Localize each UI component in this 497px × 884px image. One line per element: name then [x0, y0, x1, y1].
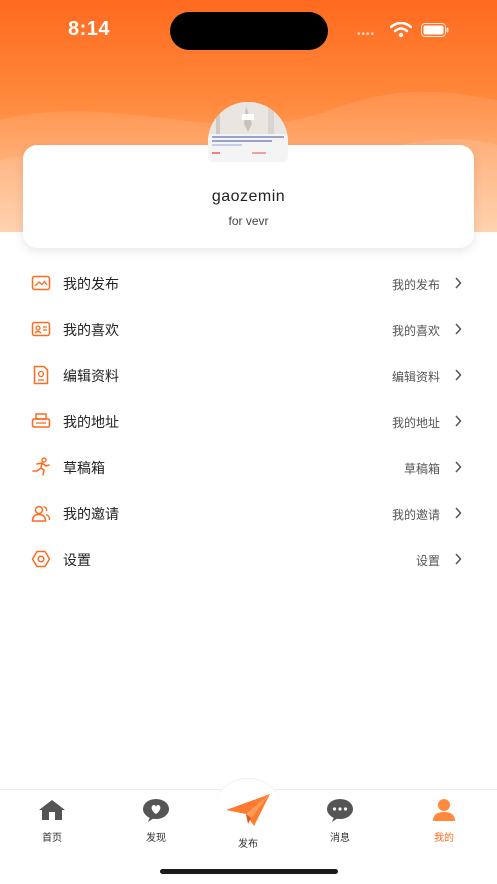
- menu-item-value: 设置: [415, 554, 440, 568]
- id-card-icon: [31, 321, 51, 337]
- tab-label: 发现: [146, 833, 166, 844]
- chevron-right-icon: [455, 369, 462, 381]
- dynamic-island: [170, 12, 328, 50]
- menu-item-edit-profile[interactable]: 编辑资料 编辑资料: [0, 352, 497, 398]
- users-icon: [31, 505, 51, 522]
- menu-item-settings[interactable]: 设置 设置: [0, 536, 497, 582]
- person-icon: [433, 799, 455, 821]
- menu-item-label: 我的发布: [63, 276, 119, 292]
- profile-menu-list: 我的发布 我的发布 我的喜欢 我的喜欢 编辑资料 编辑资料 我的地址 我的地址 …: [0, 260, 497, 582]
- tab-home[interactable]: 首页: [22, 798, 82, 844]
- chevron-right-icon: [455, 461, 462, 473]
- menu-item-label: 草稿箱: [63, 460, 105, 476]
- tab-discover[interactable]: 发现: [126, 798, 186, 844]
- menu-item-drafts[interactable]: 草稿箱 草稿箱: [0, 444, 497, 490]
- home-icon: [39, 800, 65, 820]
- tab-mine[interactable]: 我的: [414, 798, 474, 844]
- edit-document-icon: [33, 365, 49, 385]
- status-bar-time: 8:14: [68, 18, 111, 40]
- chat-bubble-icon: [327, 799, 353, 822]
- chevron-right-icon: [455, 323, 462, 335]
- menu-item-label: 我的地址: [63, 414, 119, 430]
- menu-item-my-likes[interactable]: 我的喜欢 我的喜欢: [0, 306, 497, 352]
- menu-item-label: 编辑资料: [63, 368, 119, 384]
- menu-item-value: 我的邀请: [391, 508, 440, 522]
- menu-item-value: 我的喜欢: [391, 324, 440, 338]
- settings-gear-icon: [31, 550, 51, 568]
- heart-bubble-icon: [143, 799, 169, 822]
- signal-icon: ••••: [357, 29, 376, 40]
- menu-item-value: 我的发布: [391, 278, 440, 292]
- chevron-right-icon: [455, 507, 462, 519]
- chevron-right-icon: [455, 415, 462, 427]
- tab-publish[interactable]: 发布: [218, 792, 278, 850]
- printer-icon: [31, 413, 51, 428]
- profile-bio: for vevr: [228, 214, 269, 228]
- running-person-icon: [32, 457, 50, 476]
- menu-item-value: 编辑资料: [391, 370, 440, 384]
- menu-item-my-address[interactable]: 我的地址 我的地址: [0, 398, 497, 444]
- menu-item-label: 我的喜欢: [63, 322, 119, 338]
- battery-icon: [421, 23, 449, 37]
- tab-messages[interactable]: 消息: [310, 798, 370, 844]
- wifi-icon: [390, 22, 412, 38]
- menu-item-my-invites[interactable]: 我的邀请 我的邀请: [0, 490, 497, 536]
- menu-item-my-posts[interactable]: 我的发布 我的发布: [0, 260, 497, 306]
- tab-label: 我的: [434, 833, 454, 844]
- chevron-right-icon: [455, 553, 462, 565]
- profile-username: gaozemin: [211, 188, 286, 205]
- image-frame-icon: [31, 275, 51, 291]
- paper-plane-icon: [226, 794, 270, 826]
- chevron-right-icon: [455, 277, 462, 289]
- menu-item-value: 我的地址: [391, 416, 440, 430]
- menu-item-label: 我的邀请: [63, 506, 119, 522]
- menu-item-label: 设置: [63, 552, 91, 568]
- home-indicator: [160, 869, 338, 874]
- tab-label: 消息: [330, 833, 350, 844]
- tab-label: 首页: [42, 833, 62, 844]
- tab-label: 发布: [238, 839, 258, 850]
- menu-item-value: 草稿箱: [403, 462, 440, 476]
